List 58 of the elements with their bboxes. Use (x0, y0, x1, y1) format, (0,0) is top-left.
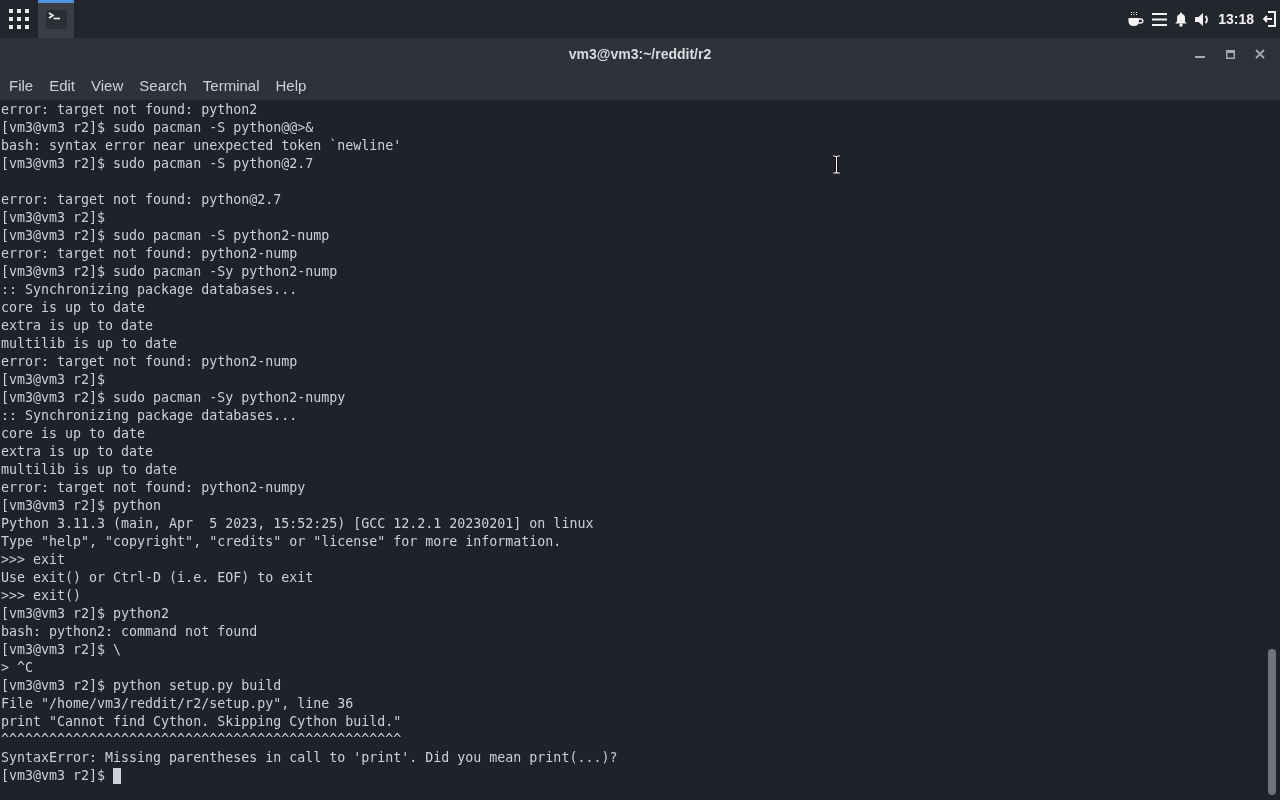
terminal-line: [vm3@vm3 r2]$ python2 (1, 605, 170, 623)
terminal-line: core is up to date (1, 425, 146, 443)
speaker-icon[interactable] (1195, 11, 1211, 27)
terminal-line: >>> exit() (1, 587, 82, 605)
terminal-line: [vm3@vm3 r2]$ sudo pacman -S python@2.7 (1, 155, 314, 173)
terminal-line: [vm3@vm3 r2]$ sudo pacman -S python2-nump (1, 227, 330, 245)
terminal-line: ^^^^^^^^^^^^^^^^^^^^^^^^^^^^^^^^^^^^^^^^^^^^^^^^^^ (1, 731, 402, 749)
terminal-line: File "/home/vm3/reddit/r2/setup.py", line 36 (1, 695, 354, 713)
terminal-line: [vm3@vm3 r2]$ \ (1, 641, 122, 659)
terminal-prompt: [vm3@vm3 r2]$ (1, 767, 106, 785)
terminal-line: extra is up to date (1, 443, 154, 461)
menu-item[interactable]: Terminal (194, 72, 268, 98)
menu-item[interactable]: Help (267, 72, 315, 98)
terminal-line: extra is up to date (1, 317, 154, 335)
terminal-line: multilib is up to date (1, 335, 178, 353)
window-title: vm3@vm3:~/reddit/r2 (568, 46, 712, 62)
terminal-line: bash: syntax error near unexpected token `newline' (1, 137, 402, 155)
app-grid-icon (8, 9, 29, 29)
terminal-line: error: target not found: python2-nump (1, 353, 298, 371)
terminal-line: [vm3@vm3 r2]$ python setup.py build (1, 677, 282, 695)
terminal-line: error: target not found: python@2.7 (1, 191, 282, 209)
terminal-line: core is up to date (1, 299, 146, 317)
menu-item[interactable]: File (1, 72, 42, 98)
coffee-cup-icon[interactable] (1128, 11, 1145, 27)
terminal-line: [vm3@vm3 r2]$ sudo pacman -Sy python2-nump (1, 263, 338, 281)
maximize-icon (1225, 49, 1235, 59)
terminal-line: [vm3@vm3 r2]$ python (1, 497, 162, 515)
terminal-line: Use exit() or Ctrl-D (i.e. EOF) to exit (1, 569, 314, 587)
terminal-line: error: target not found: python2-numpy (1, 479, 306, 497)
terminal-line: [vm3@vm3 r2]$ sudo pacman -Sy python2-numpy (1, 389, 346, 407)
menu-item[interactable]: Search (131, 72, 195, 98)
terminal-line: :: Synchronizing package databases... (1, 407, 298, 425)
terminal-line: > ^C (1, 659, 34, 677)
bell-icon[interactable] (1175, 11, 1188, 27)
terminal-line: SyntaxError: Missing parentheses in call to 'print'. Did you mean print(...)? (1, 749, 618, 767)
terminal-line: bash: python2: command not found (1, 623, 258, 641)
ibeam-pointer-icon (832, 155, 841, 174)
terminal-line: Type "help", "copyright", "credits" or "license" for more information. (1, 533, 562, 551)
terminal-line: >>> exit (1, 551, 66, 569)
minimize-icon (1195, 55, 1205, 59)
terminal-line: print "Cannot find Cython. Skipping Cython build." (1, 713, 402, 731)
terminal-line: error: target not found: python2-nump (1, 245, 298, 263)
close-icon (1255, 49, 1265, 59)
terminal-line: [vm3@vm3 r2]$ (1, 371, 106, 389)
terminal-line: :: Synchronizing package databases... (1, 281, 298, 299)
terminal-icon (45, 9, 67, 29)
menu-item[interactable]: View (83, 72, 132, 98)
logout-icon[interactable] (1262, 11, 1276, 27)
terminal-line: [vm3@vm3 r2]$ sudo pacman -S python@@>& (1, 119, 314, 137)
menu-icon[interactable] (1152, 12, 1168, 26)
clock[interactable]: 13:18 (1218, 11, 1254, 27)
terminal-line: error: target not found: python2 (1, 101, 258, 119)
terminal-line: Python 3.11.3 (main, Apr 5 2023, 15:52:25) [GCC 12.2.1 20230201] on linux (1, 515, 594, 533)
scrollbar-thumb[interactable] (1268, 649, 1276, 795)
menu-item[interactable]: Edit (41, 72, 84, 98)
terminal-line: [vm3@vm3 r2]$ (1, 209, 106, 227)
terminal-line: multilib is up to date (1, 461, 178, 479)
terminal-task-button[interactable] (38, 0, 74, 38)
